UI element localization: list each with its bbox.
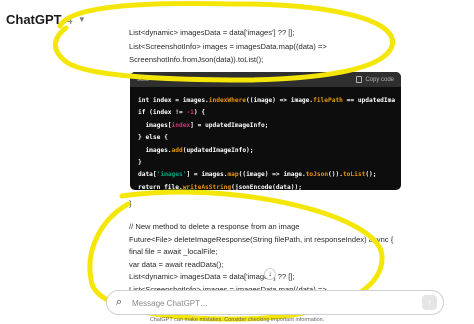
code-line: int index = images.indexWhere((image) =>… bbox=[138, 95, 395, 107]
code-token: } else { bbox=[138, 134, 168, 142]
code-token: index bbox=[171, 121, 191, 129]
code-token: ()). bbox=[328, 171, 343, 179]
code-block: scss Copy code int index = images.indexW… bbox=[130, 72, 401, 190]
paperclip-icon[interactable]: ⌕ bbox=[116, 296, 122, 309]
code-token: images. bbox=[138, 146, 172, 154]
code-language: scss bbox=[137, 76, 149, 83]
code-token: return file. bbox=[138, 183, 183, 190]
copy-icon bbox=[356, 76, 363, 83]
code-token: ((image) => image. bbox=[246, 97, 314, 104]
code-token: add bbox=[171, 146, 183, 154]
code-token: } bbox=[138, 158, 142, 166]
send-button[interactable]: ↑ bbox=[422, 295, 437, 310]
code-line: images[index] = updatedImageInfo; bbox=[138, 120, 395, 132]
code-line: images.add(updatedImageInfo); bbox=[138, 145, 395, 157]
message-input[interactable] bbox=[132, 295, 412, 311]
arrow-down-icon: ↓ bbox=[268, 269, 272, 278]
scroll-down-button[interactable]: ↓ bbox=[264, 268, 276, 280]
code-token: ] = updatedImageInfo; bbox=[190, 121, 269, 129]
code-token: toList bbox=[342, 171, 366, 179]
message-line: var data = await readData(); bbox=[129, 260, 224, 269]
model-selector[interactable]: ChatGPT 4 ▼ bbox=[6, 12, 86, 27]
code-token: ) { bbox=[193, 109, 206, 117]
message-line: final file = await _localFile; bbox=[129, 247, 218, 256]
code-body: int index = images.indexWhere((image) =>… bbox=[130, 87, 401, 190]
message-line: List<dynamic> imagesData = data['images'… bbox=[129, 28, 295, 37]
code-token: (); bbox=[365, 171, 377, 179]
model-version: 4 bbox=[65, 12, 73, 27]
code-token: ] = images. bbox=[186, 171, 228, 179]
code-token: filePath bbox=[313, 97, 343, 104]
message-composer: ⌕ ↑ bbox=[106, 290, 444, 315]
message-line: ScreenshotInfo.fromJson(data)).toList(); bbox=[129, 55, 264, 64]
arrow-up-icon: ↑ bbox=[427, 297, 432, 307]
code-line: return file.writeAsString(jsonEncode(dat… bbox=[138, 182, 395, 190]
code-block-header: scss Copy code bbox=[130, 72, 401, 87]
code-token: -1 bbox=[186, 109, 194, 117]
code-token: data[ bbox=[138, 171, 157, 179]
code-token: writeAsString bbox=[182, 183, 232, 190]
code-line: data['images'] = images.map((image) => i… bbox=[138, 169, 395, 181]
code-token: int index = images. bbox=[138, 97, 209, 104]
chevron-down-icon: ▼ bbox=[77, 15, 86, 24]
model-name: ChatGPT bbox=[6, 12, 62, 27]
copy-code-label: Copy code bbox=[365, 76, 394, 83]
code-token: images[ bbox=[138, 121, 172, 129]
message-line: } bbox=[129, 199, 132, 208]
code-token: ((image) => image. bbox=[238, 171, 306, 179]
code-line: if (index != -1) { bbox=[138, 107, 395, 119]
code-token: == updatedImage bbox=[346, 97, 395, 104]
code-line: } else { bbox=[138, 132, 395, 144]
code-token: 'images' bbox=[156, 171, 187, 179]
code-token: map bbox=[227, 171, 239, 179]
copy-code-button[interactable]: Copy code bbox=[356, 76, 394, 83]
disclaimer-note: ChatGPT can make mistakes. Consider chec… bbox=[149, 317, 325, 323]
code-token: toJson bbox=[305, 171, 329, 179]
code-line: } bbox=[138, 157, 395, 169]
code-token: (updatedImageInfo); bbox=[182, 146, 254, 154]
message-line: // New method to delete a response from … bbox=[129, 222, 300, 231]
code-token: (jsonEncode(data)); bbox=[231, 183, 302, 190]
message-line: List<ScreenshotInfo> images = imagesData… bbox=[129, 42, 327, 51]
code-token: indexWhere bbox=[208, 97, 247, 104]
message-line: Future<File> deleteImageResponse(String … bbox=[129, 235, 394, 244]
code-token: if (index != bbox=[138, 109, 187, 117]
